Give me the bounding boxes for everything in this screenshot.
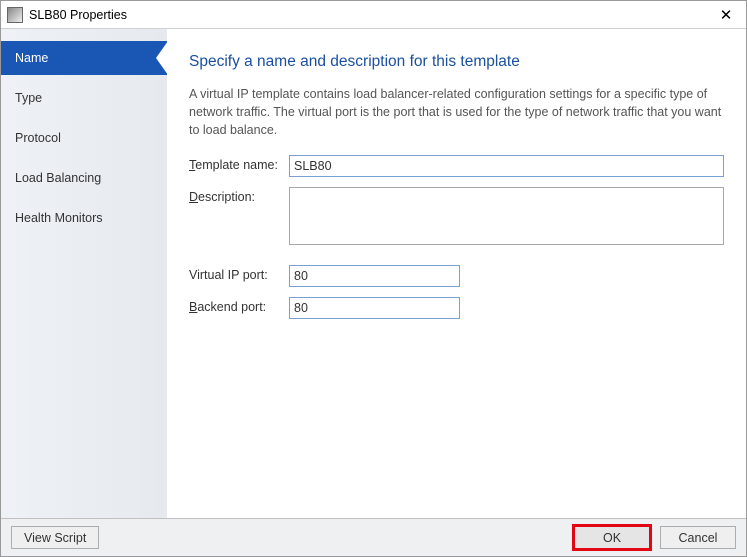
label-description: Description:	[189, 187, 289, 204]
row-backend-port: Backend port:	[189, 297, 724, 319]
sidebar-item-label: Health Monitors	[15, 211, 103, 225]
button-label: View Script	[24, 531, 86, 545]
sidebar-item-label: Type	[15, 91, 42, 105]
cancel-button[interactable]: Cancel	[660, 526, 736, 549]
footer: View Script OK Cancel	[1, 518, 746, 556]
row-virtual-port: Virtual IP port:	[189, 265, 724, 287]
flex-spacer	[189, 329, 724, 508]
ok-button[interactable]: OK	[574, 526, 650, 549]
sidebar-item-label: Protocol	[15, 131, 61, 145]
titlebar: SLB80 Properties ✕	[1, 1, 746, 29]
sidebar-item-name[interactable]: Name	[1, 41, 167, 75]
label-virtual-port: Virtual IP port:	[189, 265, 289, 282]
content-pane: Specify a name and description for this …	[167, 29, 746, 518]
page-heading: Specify a name and description for this …	[189, 53, 724, 71]
close-button[interactable]: ✕	[706, 1, 746, 28]
virtual-port-input[interactable]	[289, 265, 460, 287]
row-description: Description:	[189, 187, 724, 245]
description-textarea[interactable]	[289, 187, 724, 245]
sidebar-item-load-balancing[interactable]: Load Balancing	[1, 161, 167, 195]
label-template-name: Template name:	[189, 155, 289, 172]
app-icon	[7, 7, 23, 23]
button-label: Cancel	[679, 531, 718, 545]
spacer	[189, 255, 724, 265]
sidebar-item-type[interactable]: Type	[1, 81, 167, 115]
sidebar-item-health-monitors[interactable]: Health Monitors	[1, 201, 167, 235]
button-label: OK	[603, 531, 621, 545]
intro-text: A virtual IP template contains load bala…	[189, 85, 724, 139]
sidebar-item-label: Load Balancing	[15, 171, 101, 185]
view-script-button[interactable]: View Script	[11, 526, 99, 549]
dialog-body: Name Type Protocol Load Balancing Health…	[1, 29, 746, 518]
sidebar: Name Type Protocol Load Balancing Health…	[1, 29, 167, 518]
template-name-input[interactable]	[289, 155, 724, 177]
close-icon: ✕	[720, 6, 733, 24]
backend-port-input[interactable]	[289, 297, 460, 319]
dialog-window: SLB80 Properties ✕ Name Type Protocol Lo…	[0, 0, 747, 557]
row-template-name: Template name:	[189, 155, 724, 177]
label-backend-port: Backend port:	[189, 297, 289, 314]
sidebar-item-protocol[interactable]: Protocol	[1, 121, 167, 155]
window-title: SLB80 Properties	[29, 8, 706, 22]
sidebar-item-label: Name	[15, 51, 48, 65]
